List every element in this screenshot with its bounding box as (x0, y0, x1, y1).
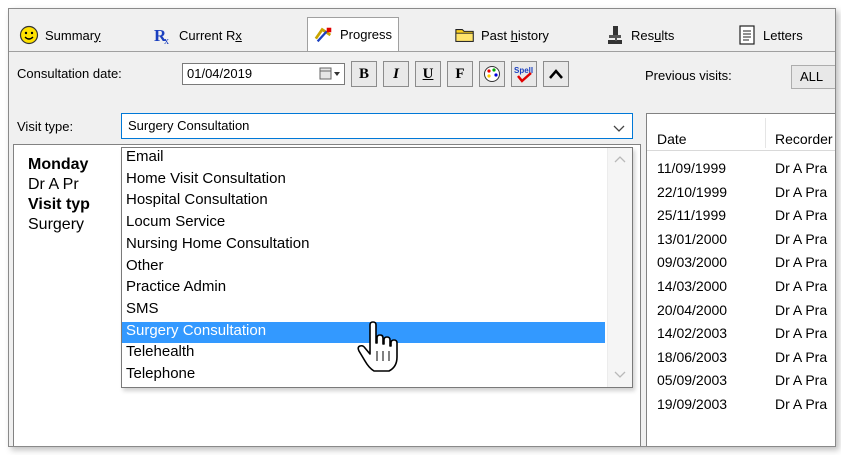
visit-type-option[interactable]: Home Visit Consultation (122, 170, 605, 191)
previous-visits-label: Previous visits: (645, 68, 732, 83)
tab-label: Progress (340, 27, 393, 42)
chevron-up-icon (549, 69, 563, 79)
calendar-dropdown-icon[interactable] (319, 66, 341, 82)
visit-date: 20/04/2000 (657, 301, 728, 318)
tab-summary[interactable]: Summary (19, 21, 101, 49)
column-divider[interactable] (765, 118, 766, 148)
visit-date: 11/09/1999 (657, 160, 727, 176)
visit-type-select[interactable]: Surgery Consultation (121, 113, 633, 139)
microscope-icon (605, 25, 625, 45)
table-row[interactable]: 20/04/2000 Dr A Pra (647, 302, 835, 324)
visit-type-option[interactable]: SMS (122, 300, 605, 321)
main-window: Summary Rx Current Rx Progress Past hist… (8, 8, 836, 447)
tab-progress[interactable]: Progress (307, 17, 400, 51)
notes-visit-type-heading: Visit typ (28, 196, 90, 213)
consultation-date-field[interactable]: 01/04/2019 (182, 63, 345, 85)
table-row[interactable]: 14/03/2000 Dr A Pra (647, 278, 835, 300)
visit-type-option[interactable]: Other (122, 257, 605, 278)
visit-recorder: Dr A Pra (775, 230, 828, 247)
tab-current-rx[interactable]: Rx Current Rx (153, 21, 242, 49)
column-header-recorder[interactable]: Recorder (775, 131, 833, 147)
dropdown-scrollbar[interactable] (607, 148, 632, 387)
smiley-icon (19, 25, 39, 45)
visit-date: 19/09/2003 (657, 396, 728, 412)
visit-recorder: Dr A Pra (775, 301, 828, 318)
visit-type-option[interactable]: Email (122, 148, 605, 169)
visit-recorder: Dr A Pra (775, 183, 828, 200)
visit-recorder: Dr A Pra (775, 396, 828, 412)
table-row[interactable]: 18/06/2003 Dr A Pra (647, 349, 835, 371)
visit-type-option[interactable]: Locum Service (122, 213, 605, 234)
svg-text:x: x (164, 36, 169, 45)
tab-past-history[interactable]: Past history (455, 21, 549, 49)
tab-letters[interactable]: Letters (737, 21, 803, 49)
scroll-down-icon[interactable] (614, 370, 626, 380)
consultation-toolbar: Consultation date: 01/04/2019 B I U F Sp… (9, 61, 835, 91)
previous-visits-filter[interactable]: ALL (791, 65, 835, 89)
tab-label: Letters (763, 27, 803, 43)
visit-recorder: Dr A Pra (775, 348, 828, 365)
tab-label: Past history (481, 27, 549, 43)
visit-date: 14/02/2003 (657, 325, 728, 342)
notes-day: Monday (28, 156, 89, 173)
visit-recorder: Dr A Pra (775, 254, 828, 271)
font-button[interactable]: F (447, 61, 473, 87)
visit-date: 13/01/2000 (657, 230, 728, 247)
table-row[interactable]: 14/02/2003 Dr A Pra (647, 325, 835, 347)
visit-type-value: Surgery Consultation (128, 118, 250, 133)
table-row[interactable]: 19/09/2003 Dr A Pra (647, 396, 835, 418)
folder-icon (455, 25, 475, 45)
tab-label: Summary (45, 27, 101, 43)
visit-recorder: Dr A Pra (775, 372, 828, 389)
color-palette-button[interactable] (479, 61, 505, 87)
underline-button[interactable]: U (415, 61, 441, 87)
visit-recorder: Dr A Pra (775, 160, 828, 176)
notes-visit-type-value: Surgery (28, 216, 85, 233)
tab-bar: Summary Rx Current Rx Progress Past hist… (9, 9, 835, 52)
column-header-date[interactable]: Date (657, 131, 687, 147)
scroll-up-icon[interactable] (614, 154, 626, 164)
table-header: Date Recorder (647, 114, 835, 151)
visit-type-option[interactable]: Hospital Consultation (122, 191, 605, 212)
previous-visits-table[interactable]: Date Recorder 11/09/1999 Dr A Pra 22/10/19… (646, 113, 835, 446)
visit-date: 25/11/1999 (657, 207, 727, 224)
table-row[interactable]: 11/09/1999 Dr A Pra (647, 160, 835, 182)
rx-icon: Rx (153, 25, 173, 45)
consultation-date-label: Consultation date: (17, 66, 122, 81)
tab-label: Current Rx (179, 27, 242, 43)
chevron-down-icon[interactable] (612, 119, 626, 133)
visit-date: 05/09/2003 (657, 372, 728, 389)
visit-date: 09/03/2000 (657, 254, 728, 271)
visit-type-label: Visit type: (17, 119, 74, 134)
tab-label: Results (631, 27, 675, 43)
visit-type-option[interactable]: Practice Admin (122, 278, 605, 299)
tab-results[interactable]: Results (605, 21, 674, 49)
visit-recorder: Dr A Pra (775, 207, 828, 224)
bold-button[interactable]: B (351, 61, 377, 87)
letter-icon (737, 25, 757, 45)
table-row[interactable]: 05/09/2003 Dr A Pra (647, 372, 835, 394)
collapse-up-button[interactable] (543, 61, 569, 87)
consultation-date-value: 01/04/2019 (187, 66, 253, 81)
palette-icon (484, 66, 500, 82)
table-row[interactable]: 22/10/1999 Dr A Pra (647, 184, 835, 206)
spell-check-icon: Spell (514, 66, 533, 83)
notes-doctor: Dr A Pr (28, 176, 79, 193)
visit-date: 22/10/1999 (657, 183, 728, 200)
visit-recorder: Dr A Pra (775, 278, 828, 294)
table-row[interactable]: 13/01/2000 Dr A Pra (647, 231, 835, 253)
spell-check-button[interactable]: Spell (511, 61, 537, 87)
visit-type-option[interactable]: Nursing Home Consultation (122, 235, 605, 256)
progress-icon (314, 25, 334, 45)
italic-button[interactable]: I (383, 61, 409, 87)
visit-date: 18/06/2003 (657, 348, 728, 365)
table-row[interactable]: 09/03/2000 Dr A Pra (647, 254, 835, 276)
visit-recorder: Dr A Pra (775, 325, 828, 342)
hand-cursor-icon (357, 321, 398, 372)
visit-date: 14/03/2000 (657, 278, 728, 294)
table-row[interactable]: 25/11/1999 Dr A Pra (647, 207, 835, 229)
